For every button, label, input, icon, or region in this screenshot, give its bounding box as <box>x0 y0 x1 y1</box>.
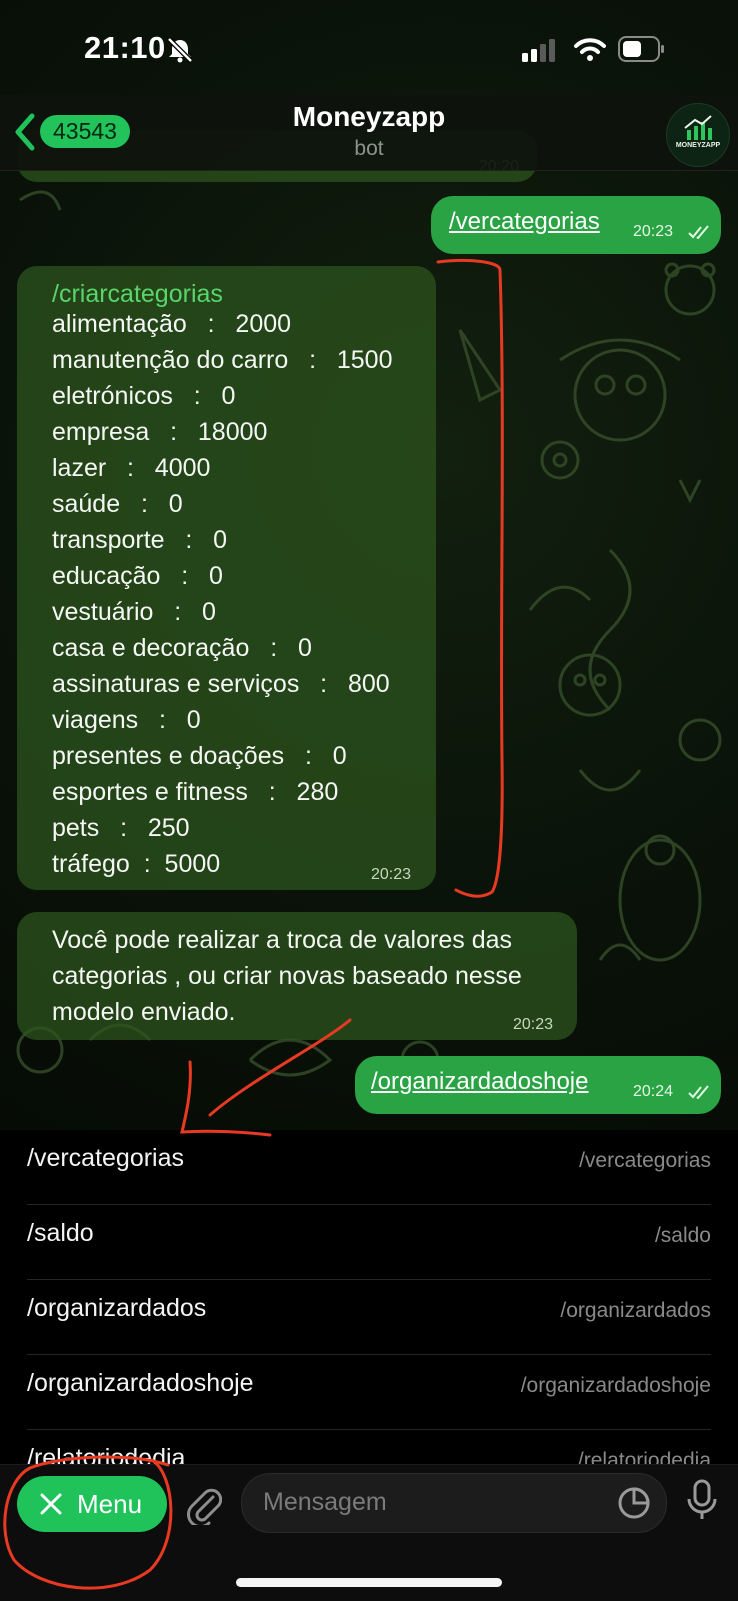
close-icon <box>40 1493 62 1515</box>
status-bar: 21:10 <box>0 0 738 100</box>
category-line: manutenção do carro : 1500 <box>52 346 393 374</box>
paperclip-icon[interactable] <box>186 1485 222 1525</box>
category-line: alimentação : 2000 <box>52 310 292 338</box>
status-time: 21:10 <box>84 30 166 65</box>
battery-icon <box>618 36 664 62</box>
sticker-icon[interactable] <box>617 1486 651 1520</box>
category-line: vestuário : 0 <box>52 598 216 626</box>
category-line: tráfego : 5000 <box>52 850 221 878</box>
category-line: esportes e fitness : 280 <box>52 778 339 806</box>
message-time: 20:23 <box>633 223 674 240</box>
category-line: assinaturas e serviços : 800 <box>52 670 390 698</box>
categories-message-bubble: /criarcategorias alimentação : 2000 manu… <box>17 266 436 890</box>
chat-header: 43543 Moneyzapp bot MONEYZAPP <box>0 95 738 171</box>
menu-button[interactable]: Menu <box>17 1476 167 1532</box>
command-name: /organizardadoshoje <box>27 1369 254 1397</box>
info-message-bubble: Você pode realizar a troca de valores da… <box>17 912 577 1040</box>
message-placeholder: Mensagem <box>263 1488 387 1516</box>
command-description: /organizardadoshoje <box>520 1374 711 1397</box>
command-description: /vercategorias <box>579 1149 711 1172</box>
command-row[interactable]: /saldo /saldo <box>27 1205 711 1280</box>
command-description: /relatoriodedia <box>577 1449 711 1464</box>
message-input[interactable]: Mensagem <box>241 1473 667 1533</box>
message-time: 20:23 <box>513 1016 554 1033</box>
category-line: transporte : 0 <box>52 526 228 554</box>
command-link[interactable]: /organizardadoshoje <box>371 1068 589 1096</box>
command-name: /saldo <box>27 1219 94 1247</box>
double-check-icon <box>688 1085 709 1099</box>
criarcategorias-link[interactable]: /criarcategorias <box>52 280 223 309</box>
home-indicator <box>236 1578 502 1587</box>
category-line: eletrónicos : 0 <box>52 382 236 410</box>
chart-logo-icon <box>684 115 712 140</box>
bell-muted-icon <box>167 37 193 63</box>
cellular-signal-icon <box>522 39 555 62</box>
command-name: /organizardados <box>27 1294 207 1322</box>
category-line: casa e decoração : 0 <box>52 634 312 662</box>
command-description: /saldo <box>654 1224 711 1247</box>
microphone-icon[interactable] <box>686 1479 718 1523</box>
category-line: pets : 250 <box>52 814 190 842</box>
command-row[interactable]: /organizardados /organizardados <box>27 1280 711 1355</box>
command-link[interactable]: /vercategorias <box>449 208 600 236</box>
message-text: Você pode realizar a troca de valores da… <box>52 926 522 1026</box>
message-time: 20:23 <box>371 866 412 883</box>
wifi-icon <box>574 38 606 61</box>
category-line: lazer : 4000 <box>52 454 211 482</box>
command-row[interactable]: /organizardadoshoje /organizardadoshoje <box>27 1355 711 1430</box>
menu-label: Menu <box>77 1489 143 1519</box>
category-line: empresa : 18000 <box>52 418 268 446</box>
chat-title[interactable]: Moneyzapp <box>0 101 738 133</box>
outgoing-message-vercategorias[interactable]: /vercategorias 20:23 <box>431 196 721 254</box>
command-name: /relatoriodedia <box>27 1444 186 1464</box>
bot-avatar[interactable]: MONEYZAPP <box>666 103 730 167</box>
category-line: educação : 0 <box>52 562 223 590</box>
command-description: /organizardados <box>560 1299 711 1322</box>
outgoing-message-organizardadoshoje[interactable]: /organizardadoshoje 20:24 <box>355 1056 721 1114</box>
command-name: /vercategorias <box>27 1144 185 1172</box>
category-line: viagens : 0 <box>52 706 201 734</box>
message-time: 20:24 <box>633 1083 674 1100</box>
command-suggestions: /vercategorias /vercategorias /saldo /sa… <box>0 1130 738 1464</box>
command-row[interactable]: /vercategorias /vercategorias <box>27 1130 711 1205</box>
avatar-label: MONEYZAPP <box>675 142 721 149</box>
category-line: presentes e doações : 0 <box>52 742 347 770</box>
category-line: saúde : 0 <box>52 490 183 518</box>
double-check-icon <box>688 225 709 239</box>
chat-subtitle: bot <box>354 137 384 160</box>
command-row[interactable]: /relatoriodedia /relatoriodedia <box>27 1430 711 1464</box>
